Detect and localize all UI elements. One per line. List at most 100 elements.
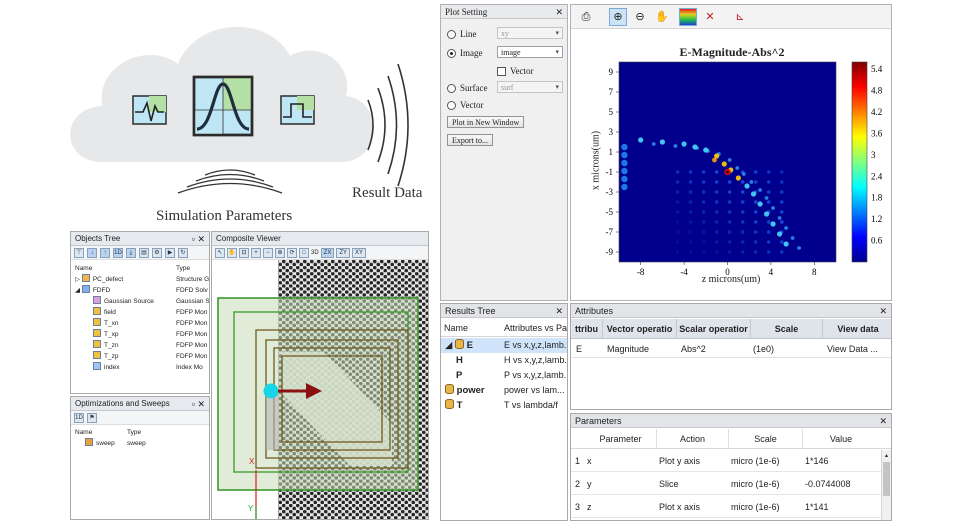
dock-controls-icon[interactable]: ▫ ✕ bbox=[192, 232, 205, 246]
radio-button[interactable] bbox=[447, 29, 456, 39]
vector-radio[interactable]: Vector bbox=[447, 100, 484, 110]
intensity-spot bbox=[779, 200, 784, 204]
surface-type-select[interactable]: surf ▾ bbox=[497, 81, 563, 93]
run-icon[interactable]: ▶ bbox=[165, 247, 175, 258]
objects-tree-col-type: Type bbox=[176, 265, 191, 272]
result-row-t[interactable]: T T vs lambda/f bbox=[441, 398, 567, 413]
intensity-spot bbox=[675, 240, 680, 244]
scale-cell[interactable]: micro (1e-6) bbox=[731, 456, 780, 466]
export-icon[interactable]: ⤓ bbox=[126, 247, 136, 258]
composite-viewer-toolbar: ↖ ✋ ⊡ + − ⊕ ⟳ □ 3D ZX ZY XY bbox=[212, 246, 428, 260]
view-zy-button[interactable]: ZY bbox=[336, 247, 351, 258]
refresh-icon[interactable]: ↻ bbox=[178, 247, 188, 258]
vertical-scrollbar[interactable]: ▴ bbox=[881, 450, 891, 520]
tree-row[interactable]: field FDFP Mon bbox=[71, 307, 209, 318]
tree-row[interactable]: T_xp FDFP Mon bbox=[71, 329, 209, 340]
table-row[interactable]: 3 z Plot x axis micro (1e-6) 1*141 bbox=[571, 496, 882, 518]
rotate-icon[interactable]: ⟳ bbox=[287, 247, 297, 258]
radio-button[interactable] bbox=[447, 100, 456, 110]
tree-row[interactable]: Gaussian Source Gaussian S bbox=[71, 296, 209, 307]
zoom-fit-icon[interactable]: ⊡ bbox=[239, 247, 249, 258]
scale-cell[interactable]: (1e0) bbox=[753, 344, 774, 354]
pan-hand-icon[interactable]: ✋ bbox=[227, 247, 237, 258]
result-row-p[interactable]: P P vs x,y,z,lamb... bbox=[441, 368, 567, 383]
view-3d-button[interactable]: 3D bbox=[311, 250, 319, 256]
zoom-out-icon[interactable]: − bbox=[263, 247, 273, 258]
scale-cell[interactable]: micro (1e-6) bbox=[731, 502, 780, 512]
table-row[interactable]: 1 x Plot y axis micro (1e-6) 1*146 bbox=[571, 450, 882, 472]
y-tick-label: 5 bbox=[609, 107, 614, 117]
solver-icon bbox=[81, 285, 90, 293]
line-type-select[interactable]: xy ▾ bbox=[497, 27, 563, 39]
view-xy-button[interactable]: XY bbox=[352, 247, 367, 258]
list-item[interactable]: sweep sweep bbox=[71, 438, 209, 449]
tree-structure-icon[interactable]: ⊤ bbox=[74, 247, 84, 258]
settings-gear-icon[interactable]: ⚙ bbox=[152, 247, 162, 258]
close-icon[interactable]: ✕ bbox=[555, 304, 563, 318]
scale-cell[interactable]: micro (1e-6) bbox=[731, 479, 780, 489]
close-icon[interactable]: ✕ bbox=[879, 304, 887, 318]
zoom-in-icon[interactable]: + bbox=[251, 247, 261, 258]
pin-icon[interactable]: ⚑ bbox=[87, 412, 97, 423]
intensity-spot bbox=[688, 180, 693, 184]
1d-sweep-icon[interactable]: 1D bbox=[74, 412, 84, 423]
intensity-spot bbox=[701, 210, 706, 214]
intensity-spot bbox=[766, 190, 771, 194]
move-up-icon[interactable]: ↑ bbox=[100, 247, 110, 258]
radio-button[interactable] bbox=[447, 48, 456, 58]
value-cell[interactable]: -0.0744008 bbox=[805, 479, 851, 489]
colorbar-tick-label: 4.2 bbox=[871, 107, 882, 117]
plot-in-new-window-button[interactable]: Plot in New Window bbox=[447, 116, 525, 128]
objects-tree-title: Objects Tree bbox=[75, 234, 121, 243]
intensity-spot bbox=[727, 250, 732, 254]
tree-row[interactable]: index Index Mo bbox=[71, 362, 209, 373]
image-radio[interactable]: Image bbox=[447, 48, 483, 58]
monitor-icon[interactable]: ▤ bbox=[139, 247, 149, 258]
image-type-select[interactable]: image ▾ bbox=[497, 46, 563, 58]
cube-icon[interactable]: □ bbox=[299, 247, 309, 258]
export-to-button[interactable]: Export to... bbox=[447, 134, 493, 146]
tree-row[interactable]: T_zn FDFP Mon bbox=[71, 340, 209, 351]
source-marker-icon bbox=[263, 383, 279, 399]
surface-radio[interactable]: Surface bbox=[447, 83, 487, 93]
results-tree-header: Name Attributes vs Pa bbox=[441, 319, 567, 337]
vector-checkbox[interactable]: Vector bbox=[497, 66, 534, 76]
dock-controls-icon[interactable]: ▫ ✕ bbox=[192, 397, 205, 411]
vector-operation-cell[interactable]: Magnitude bbox=[607, 344, 649, 354]
tree-row[interactable]: T_zp FDFP Mon bbox=[71, 351, 209, 362]
scroll-up-icon[interactable]: ▴ bbox=[883, 452, 890, 460]
close-icon[interactable]: ✕ bbox=[555, 5, 563, 19]
line-radio[interactable]: Line bbox=[447, 29, 477, 39]
action-cell[interactable]: Plot x axis bbox=[659, 502, 700, 512]
table-row[interactable]: E Magnitude Abs^2 (1e0) View Data ... bbox=[571, 340, 891, 358]
action-cell[interactable]: Plot y axis bbox=[659, 456, 700, 466]
close-icon[interactable]: ✕ bbox=[879, 414, 887, 428]
structure-canvas[interactable] bbox=[212, 260, 429, 520]
radio-button[interactable] bbox=[447, 83, 456, 93]
axis-x-label: X bbox=[249, 457, 255, 466]
tree-row[interactable]: ◢ FDFD FDFD Solv bbox=[71, 285, 209, 296]
zoom-region-icon[interactable]: ⊕ bbox=[275, 247, 285, 258]
intensity-spot bbox=[740, 180, 745, 184]
scroll-thumb[interactable] bbox=[883, 462, 890, 496]
1d-view-icon[interactable]: 1D bbox=[113, 247, 123, 258]
view-data-cell[interactable]: View Data ... bbox=[827, 344, 878, 354]
checkbox[interactable] bbox=[497, 66, 506, 76]
result-row-power[interactable]: power power vs lam... bbox=[441, 383, 567, 398]
value-cell[interactable]: 1*141 bbox=[805, 502, 829, 512]
result-row-h[interactable]: H H vs x,y,z,lamb... bbox=[441, 353, 567, 368]
intensity-spot bbox=[701, 220, 706, 224]
action-cell[interactable]: Slice bbox=[659, 479, 679, 489]
intensity-spot bbox=[688, 170, 693, 174]
move-down-icon[interactable]: ↓ bbox=[87, 247, 97, 258]
table-row[interactable]: 2 y Slice micro (1e-6) -0.0744008 bbox=[571, 473, 882, 495]
intensity-spot bbox=[757, 201, 763, 207]
view-zx-button[interactable]: ZX bbox=[320, 247, 335, 258]
optimizations-panel: Optimizations and Sweeps ▫ ✕ 1D ⚑ Name T… bbox=[70, 396, 210, 520]
pointer-icon[interactable]: ↖ bbox=[215, 247, 225, 258]
tree-row[interactable]: T_xn FDFP Mon bbox=[71, 318, 209, 329]
scalar-operation-cell[interactable]: Abs^2 bbox=[681, 344, 706, 354]
value-cell[interactable]: 1*146 bbox=[805, 456, 829, 466]
tree-row[interactable]: ▷ PC_defect Structure G bbox=[71, 274, 209, 285]
result-row-e[interactable]: ◢ E E vs x,y,z,lamb... bbox=[441, 338, 567, 353]
